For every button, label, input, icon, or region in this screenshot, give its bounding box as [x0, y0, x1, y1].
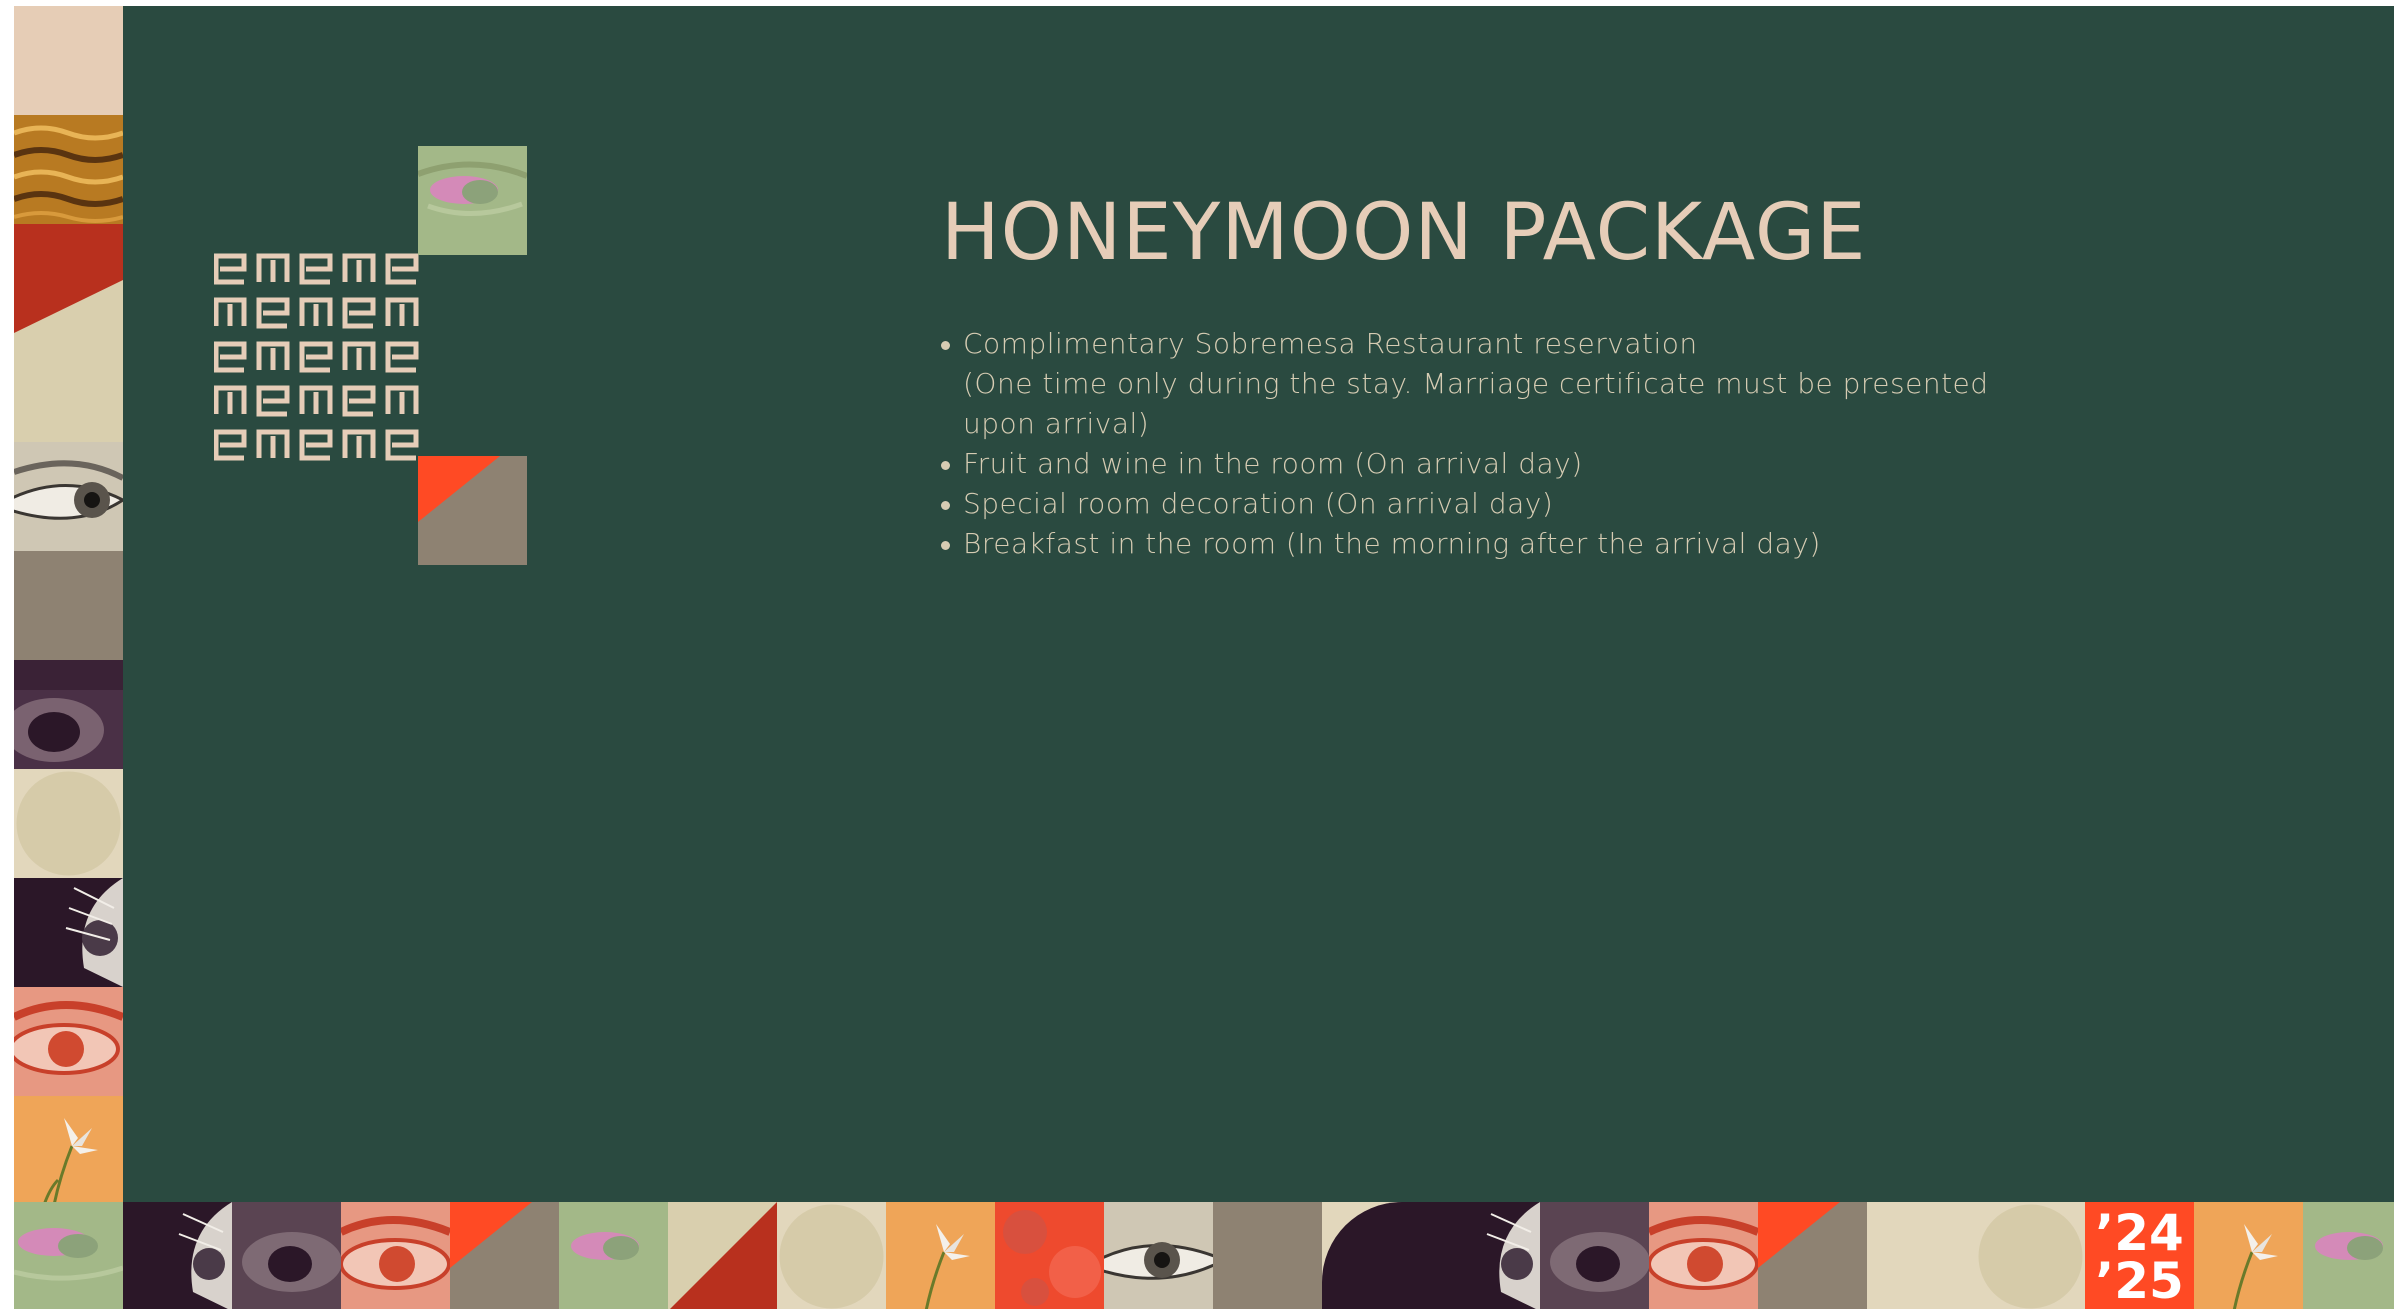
tile-circle-icon — [14, 769, 123, 878]
logo-e-glyph — [299, 341, 333, 373]
tile-eye-photo-icon — [14, 878, 123, 987]
tile-eye-photo-icon — [14, 660, 123, 769]
logo-diagonal-triangle-icon — [418, 456, 527, 565]
logo-e-glyph — [385, 297, 419, 326]
year-badge-line2: ’25 — [2095, 1252, 2184, 1309]
left-pattern-strip — [14, 6, 123, 1309]
logo-e-glyph — [342, 341, 376, 370]
tile-eye-photo-icon — [341, 1202, 450, 1309]
logo-e-glyph — [256, 429, 290, 458]
logo-eye-photo-icon — [418, 146, 527, 255]
tile-diagonal-triangle-icon — [1758, 1202, 1867, 1309]
benefit-note: (One time only during the stay. Marriage… — [963, 367, 1989, 440]
tile-eye-photo-icon — [2303, 1202, 2394, 1309]
tile-eye-photo-icon — [1104, 1202, 1213, 1309]
tile-diagonal-triangle-icon — [14, 224, 123, 333]
tile-solid-cream — [14, 6, 123, 115]
tile-eye-photo-icon — [14, 987, 123, 1096]
logo-e-glyph — [342, 385, 376, 417]
tile-flower-photo-icon — [886, 1202, 995, 1309]
logo-e-glyph — [214, 297, 247, 326]
list-item: Fruit and wine in the room (On arrival d… — [939, 444, 1999, 484]
logo-e-glyph — [256, 341, 290, 370]
tile-solid-cream — [1867, 1202, 1976, 1309]
logo-e-glyph — [214, 341, 247, 373]
repeated-e-glyph-logo — [214, 252, 430, 472]
benefits-list: Complimentary Sobremesa Restaurant reser… — [939, 324, 1999, 564]
logo-e-glyph — [256, 297, 290, 329]
year-badge-line1: ’24 — [2095, 1204, 2184, 1262]
logo-e-glyph — [342, 297, 376, 329]
logo-e-glyph — [299, 253, 333, 285]
benefit-text: Breakfast in the room (In the morning af… — [963, 527, 1821, 560]
logo-e-glyph — [299, 297, 333, 326]
tile-solid-taupe — [14, 551, 123, 660]
benefit-text: Special room decoration (On arrival day) — [963, 487, 1554, 520]
bottom-pattern-strip: ’24 ’25 — [14, 1202, 2394, 1309]
tile-solid-cream — [14, 333, 123, 442]
tile-circle-icon — [1976, 1202, 2085, 1309]
benefit-text: Complimentary Sobremesa Restaurant reser… — [963, 327, 1698, 360]
logo-e-glyph — [214, 385, 247, 414]
tile-flower-photo-icon — [14, 1096, 123, 1205]
list-item: Complimentary Sobremesa Restaurant reser… — [939, 324, 1999, 444]
tile-eye-photo-icon — [232, 1202, 341, 1309]
tile-water-photo-icon — [14, 115, 123, 224]
tile-eye-photo-icon — [14, 1202, 123, 1309]
tile-eye-photo-icon — [559, 1202, 668, 1309]
benefit-text: Fruit and wine in the room (On arrival d… — [963, 447, 1583, 480]
tile-eye-photo-icon — [123, 1202, 232, 1309]
year-badge: ’24 ’25 — [2085, 1202, 2194, 1309]
logo-e-glyph — [256, 253, 290, 282]
logo-e-glyph — [299, 385, 333, 414]
slide: HONEYMOON PACKAGE Complimentary Sobremes… — [14, 6, 2394, 1309]
logo-e-glyph — [214, 253, 247, 285]
logo-e-glyph — [342, 429, 376, 458]
list-item: Special room decoration (On arrival day) — [939, 484, 1999, 524]
tile-diagonal-triangle-icon — [450, 1202, 559, 1309]
logo-e-glyph — [385, 253, 419, 285]
list-item: Breakfast in the room (In the morning af… — [939, 524, 1999, 564]
tile-quarter-circle-icon — [1322, 1202, 1431, 1309]
logo-e-glyph — [256, 385, 290, 417]
tile-circle-icon — [777, 1202, 886, 1309]
tile-flower-photo-icon — [2194, 1202, 2303, 1309]
tile-eye-photo-icon — [1649, 1202, 1758, 1309]
logo-e-glyph — [299, 429, 333, 461]
page-title: HONEYMOON PACKAGE — [941, 188, 1867, 278]
tile-textured-red-icon — [995, 1202, 1104, 1309]
logo-e-glyph — [385, 385, 419, 414]
tile-eye-photo-icon — [14, 442, 123, 551]
tile-solid-taupe — [1213, 1202, 1322, 1309]
logo-e-glyph — [385, 429, 419, 461]
logo-e-glyph — [342, 253, 376, 282]
tile-eye-photo-icon — [1431, 1202, 1540, 1309]
logo-e-glyph — [385, 341, 419, 373]
tile-eye-photo-icon — [1540, 1202, 1649, 1309]
tile-diagonal-triangle-icon — [668, 1202, 777, 1309]
logo-e-glyph — [214, 429, 247, 461]
